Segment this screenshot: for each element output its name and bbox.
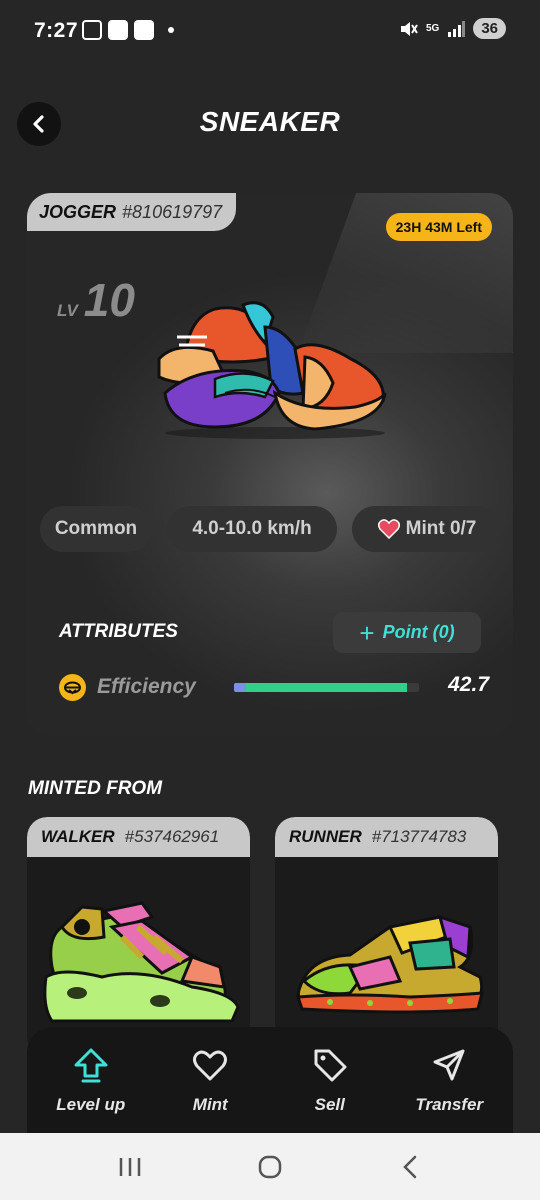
- heart-icon: [193, 1050, 228, 1081]
- screenshot-icon: [82, 20, 102, 40]
- system-icons: 5G 36: [398, 18, 506, 39]
- parent-name-tab: RUNNER #713774783: [275, 817, 498, 857]
- recent-apps-button[interactable]: [100, 1142, 160, 1192]
- system-nav-bar: [0, 1133, 540, 1200]
- level-up-label: Level up: [56, 1095, 126, 1114]
- sell-button[interactable]: Sell: [275, 1045, 385, 1115]
- send-icon: [433, 1049, 465, 1081]
- efficiency-icon: [59, 674, 86, 701]
- mute-icon: [400, 21, 418, 36]
- parent-id: #713774783: [371, 827, 467, 846]
- efficiency-bar-base: [234, 683, 246, 692]
- notification-icons: [82, 20, 174, 40]
- sneaker-image: [157, 301, 387, 439]
- rarity-label: Common: [54, 518, 138, 539]
- home-button[interactable]: [240, 1142, 300, 1192]
- sneaker-id: #810619797: [122, 201, 223, 222]
- system-back-button[interactable]: [380, 1142, 440, 1192]
- sell-label: Sell: [314, 1095, 345, 1114]
- sneaker-type: JOGGER: [39, 201, 117, 222]
- speed-pill: 4.0-10.0 km/h: [167, 506, 337, 552]
- parent-type: RUNNER: [289, 827, 362, 846]
- walker-sneaker-image: [43, 901, 240, 1023]
- level-display: LV 10: [57, 273, 135, 327]
- sneaker-card: JOGGER #810619797 23H 43M Left LV 10 Com…: [27, 193, 513, 736]
- app-notification-icon: [108, 20, 128, 40]
- tag-icon: [314, 1049, 347, 1082]
- parent-name-tab: WALKER #537462961: [27, 817, 250, 857]
- level-up-arrow-icon: [74, 1048, 108, 1083]
- mint-label: Mint: [192, 1095, 228, 1114]
- action-bar: Level up Mint Sell Transfer: [27, 1027, 513, 1133]
- signal-icon: [448, 20, 466, 37]
- page-title: SNEAKER: [199, 106, 341, 137]
- back-icon: [403, 1155, 417, 1178]
- efficiency-bar: [234, 683, 419, 692]
- speed-range-label: 4.0-10.0 km/h: [192, 518, 312, 539]
- status-bar: 7:27 5G 36: [0, 0, 540, 64]
- timer-badge: 23H 43M Left: [385, 213, 492, 241]
- attributes-title: ATTRIBUTES: [59, 621, 178, 642]
- point-button-label: Point (0): [382, 622, 455, 642]
- recent-apps-icon: [119, 1157, 141, 1176]
- stat-pills: Common 4.0-10.0 km/h Mint 0/7: [40, 506, 502, 552]
- plus-icon: +: [359, 617, 375, 648]
- level-up-button[interactable]: Level up: [36, 1045, 146, 1115]
- battery-icon: 36: [473, 18, 506, 39]
- more-notifications-icon: [168, 27, 174, 33]
- heart-icon: [377, 519, 400, 539]
- sneaker-name-tab: JOGGER #810619797: [27, 193, 237, 231]
- app-notification-icon: [134, 20, 154, 40]
- minted-from-title: MINTED FROM: [28, 778, 163, 799]
- parent-id: #537462961: [124, 827, 220, 846]
- mint-count-label: Mint 0/7: [405, 518, 477, 539]
- status-time: 7:27: [34, 19, 79, 42]
- efficiency-bar-fill: [246, 683, 407, 692]
- mint-pill: Mint 0/7: [352, 506, 502, 552]
- parent-sneaker-card[interactable]: RUNNER #713774783: [275, 817, 498, 1057]
- runner-sneaker-image: [295, 914, 484, 1014]
- parent-sneaker-card[interactable]: WALKER #537462961: [27, 817, 250, 1057]
- rarity-pill: Common: [40, 506, 152, 552]
- home-icon: [258, 1155, 282, 1178]
- network-type-icon: 5G: [425, 22, 440, 34]
- add-point-button[interactable]: + Point (0): [333, 612, 481, 653]
- parent-type: WALKER: [41, 827, 115, 846]
- mint-button[interactable]: Mint: [155, 1045, 265, 1115]
- transfer-label: Transfer: [415, 1095, 484, 1114]
- efficiency-value: 42.7: [448, 673, 489, 696]
- transfer-button[interactable]: Transfer: [394, 1045, 504, 1115]
- efficiency-row: Efficiency 42.7: [59, 673, 489, 703]
- efficiency-label: Efficiency: [97, 675, 196, 698]
- level-label: LV: [57, 301, 78, 320]
- level-value: 10: [83, 274, 135, 326]
